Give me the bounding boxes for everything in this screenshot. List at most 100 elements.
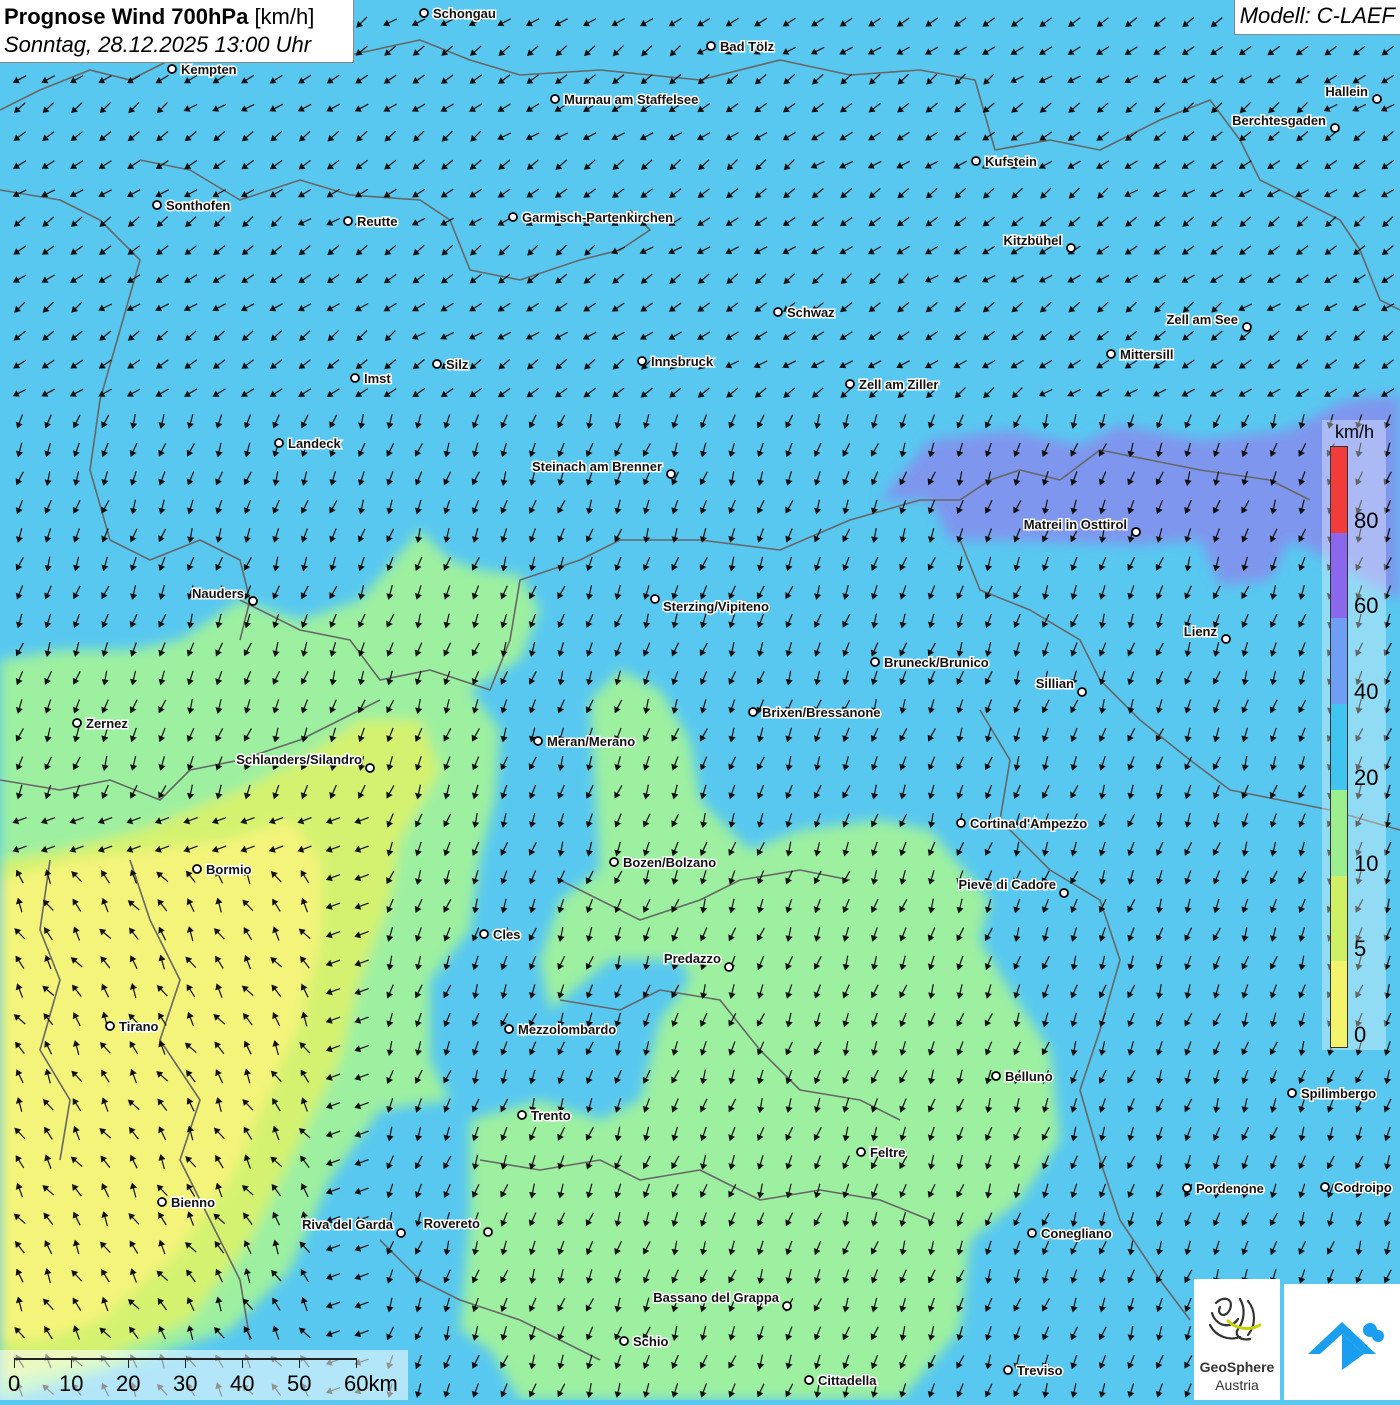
city-marker-icon [666, 469, 676, 479]
scale-label: 60km [344, 1371, 398, 1396]
scale-tick [71, 1358, 72, 1368]
city-marker-icon [274, 438, 284, 448]
city-marker-icon [1182, 1183, 1192, 1193]
city-label: Belluno [1005, 1069, 1053, 1084]
map-title-main: Prognose Wind 700hPa [4, 4, 249, 29]
city-label: Cittadella [818, 1373, 877, 1388]
city-marker-icon [1003, 1365, 1013, 1375]
city-marker-icon [619, 1336, 629, 1346]
legend-label: 80 [1354, 507, 1379, 533]
city-marker-icon [1287, 1088, 1297, 1098]
city-24: Bruneck/Brunico [870, 654, 990, 672]
city-marker-icon [350, 373, 360, 383]
geosphere-emblem-icon [1208, 1297, 1262, 1341]
legend-class-20-40 [1331, 704, 1347, 790]
city-label: Schwaz [787, 305, 835, 320]
city-label: Rovereto [424, 1216, 480, 1231]
city-marker-icon [706, 41, 716, 51]
geosphere-name: GeoSphere [1199, 1359, 1275, 1375]
city-marker-icon [724, 962, 734, 972]
city-marker-icon [419, 8, 429, 18]
city-label: Feltre [870, 1145, 905, 1160]
city-marker-icon [365, 763, 375, 773]
city-marker-icon [650, 594, 660, 604]
legend-unit: km/h [1335, 422, 1375, 442]
city-marker-icon [845, 379, 855, 389]
city-label: Murnau am Staffelsee [564, 92, 698, 107]
scale-tick [242, 1358, 243, 1368]
city-marker-icon [1221, 634, 1231, 644]
city-label: Schlanders/Silandro [236, 752, 362, 767]
city-label: Sonthofen [166, 198, 230, 213]
city-label: Pieve di Cadore [958, 877, 1056, 892]
legend-label: 10 [1354, 850, 1379, 876]
city-label: Imst [364, 371, 391, 386]
city-30: Cortina d'Ampezzo [956, 815, 1089, 833]
city-marker-icon [1077, 687, 1087, 697]
city-marker-icon [192, 864, 202, 874]
city-marker-icon [157, 1197, 167, 1207]
city-label: Garmisch-Partenkirchen [522, 210, 673, 225]
city-label: Reutte [357, 214, 397, 229]
city-label: Bassano del Grappa [653, 1290, 779, 1305]
legend-class-5-10 [1331, 875, 1347, 962]
city-label: Zell am Ziller [859, 377, 938, 392]
scale-label: 50 [287, 1371, 312, 1396]
city-marker-icon [167, 64, 177, 74]
city-label: Sterzing/Vipiteno [663, 599, 769, 614]
scale-label: 30 [173, 1371, 198, 1396]
city-27: Brixen/Bressanone [748, 704, 882, 722]
city-marker-icon [343, 216, 353, 226]
city-marker-icon [804, 1375, 814, 1385]
city-label: Pordenone [1196, 1181, 1264, 1196]
city-marker-icon [479, 929, 489, 939]
city-marker-icon [1330, 123, 1340, 133]
city-label: Bienno [171, 1195, 215, 1210]
city-28: Meran/Merano [533, 733, 637, 751]
city-label: Bozen/Bolzano [623, 855, 716, 870]
city-label: Landeck [288, 436, 342, 451]
scale-label: 40 [230, 1371, 255, 1396]
city-label: Innsbruck [651, 354, 714, 369]
forecast-date: Sonntag, 28.12.2025 13:00 Uhr [4, 32, 312, 57]
legend-label: 0 [1354, 1022, 1367, 1047]
city-marker-icon [105, 1021, 115, 1031]
city-label: Sillian [1036, 676, 1074, 691]
city-label: Cortina d'Ampezzo [970, 816, 1087, 831]
wind-map: Schongau Bad Tölz Kempten Murnau am Staffel… [0, 0, 1400, 1400]
city-47: Conegliano [1027, 1225, 1113, 1243]
city-marker-icon [533, 736, 543, 746]
city-marker-icon [432, 359, 442, 369]
city-marker-icon [1242, 322, 1252, 332]
legend-label: 40 [1354, 679, 1379, 705]
city-marker-icon [72, 718, 82, 728]
city-3: Murnau am Staffelsee [550, 91, 700, 109]
cloud-arrow-icon [1308, 1322, 1384, 1370]
city-marker-icon [396, 1228, 406, 1238]
city-label: Treviso [1017, 1363, 1063, 1378]
city-label: Schongau [433, 6, 496, 21]
scale-bar: 0 10 20 30 40 50 60km [0, 1350, 408, 1400]
scale-tick [128, 1358, 129, 1368]
model-label: Modell: C-LAEF [1233, 0, 1400, 35]
city-label: Codroipo [1334, 1180, 1392, 1195]
city-marker-icon [1059, 888, 1069, 898]
city-marker-icon [248, 596, 258, 606]
city-marker-icon [152, 200, 162, 210]
cloud-logo [1284, 1284, 1400, 1400]
city-label: Trento [531, 1108, 571, 1123]
city-marker-icon [870, 657, 880, 667]
legend-class-60-80 [1331, 532, 1347, 619]
city-marker-icon [550, 94, 560, 104]
legend-color-bar [1330, 446, 1348, 1048]
scale-label: 0 [8, 1371, 21, 1396]
city-label: Cles [493, 927, 520, 942]
city-label: Bruneck/Brunico [884, 655, 989, 670]
city-37: Mezzolombardo [504, 1021, 618, 1039]
city-label: Bad Tölz [720, 39, 775, 54]
city-marker-icon [748, 707, 758, 717]
city-label: Brixen/Bressanone [762, 705, 881, 720]
city-label: Schio [633, 1334, 668, 1349]
city-label: Zernez [86, 716, 128, 731]
city-label: Zell am See [1166, 312, 1238, 327]
